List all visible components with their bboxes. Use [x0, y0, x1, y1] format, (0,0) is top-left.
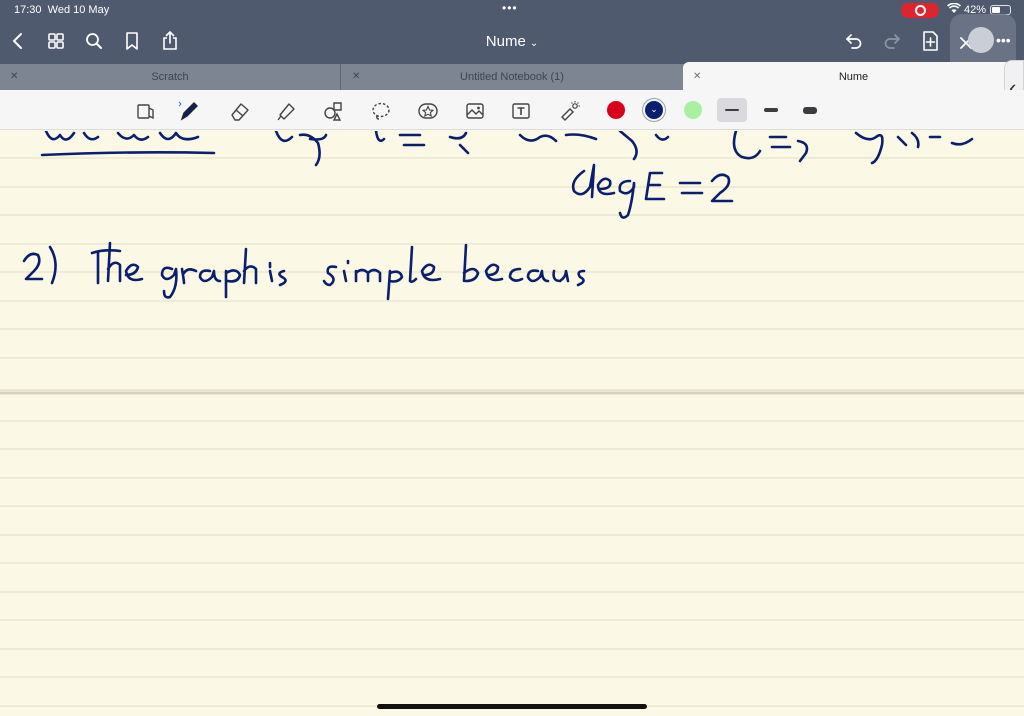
- image-icon[interactable]: [462, 99, 488, 123]
- handwriting-ink: [22, 131, 974, 301]
- chevron-down-icon: ⌄: [529, 38, 539, 49]
- laser-pointer-icon[interactable]: [557, 99, 583, 123]
- tab-untitled-notebook[interactable]: ✕ Untitled Notebook (1): [342, 64, 682, 90]
- multitasking-dots-icon[interactable]: •••: [502, 1, 518, 15]
- shapes-icon[interactable]: [320, 99, 346, 123]
- pen-icon[interactable]: [176, 99, 202, 123]
- highlighter-icon[interactable]: [273, 99, 299, 123]
- add-page-icon[interactable]: [918, 29, 942, 53]
- status-time: 17:30 Wed 10 May: [14, 4, 110, 16]
- assistive-touch-knob[interactable]: [968, 27, 994, 53]
- text-icon[interactable]: [508, 99, 534, 123]
- stroke-medium-button[interactable]: [756, 98, 786, 122]
- status-bar: 17:30 Wed 10 May ••• 42%: [0, 0, 1024, 20]
- eraser-icon[interactable]: [227, 99, 253, 123]
- more-icon[interactable]: •••: [996, 32, 1011, 48]
- notebook-page[interactable]: [0, 131, 1024, 716]
- read-mode-icon[interactable]: [132, 99, 158, 123]
- lasso-icon[interactable]: [368, 99, 394, 123]
- stroke-thick-button[interactable]: [795, 98, 825, 122]
- redo-icon[interactable]: [880, 29, 904, 53]
- tab-nume[interactable]: ✕ Nume: [683, 62, 1024, 90]
- tab-scratch[interactable]: ✕ Scratch: [0, 64, 341, 90]
- undo-icon[interactable]: [842, 29, 866, 53]
- document-title[interactable]: Nume ⌄: [450, 33, 574, 50]
- top-bar: 17:30 Wed 10 May ••• 42% Nume ⌄: [0, 0, 1024, 64]
- home-indicator[interactable]: [377, 704, 647, 709]
- screen-recording-icon[interactable]: [901, 3, 939, 18]
- sticker-icon[interactable]: [415, 99, 441, 123]
- stroke-thin-button[interactable]: [717, 98, 747, 122]
- tab-bar: ✕ Scratch ✕ Untitled Notebook (1) ✕ Nume: [0, 62, 1024, 90]
- color-red-swatch[interactable]: [607, 101, 625, 119]
- grid-icon[interactable]: [44, 29, 68, 53]
- chevron-down-icon: ⌄: [650, 104, 658, 114]
- bookmark-icon[interactable]: [120, 29, 144, 53]
- back-chevron-icon[interactable]: [6, 29, 30, 53]
- search-icon[interactable]: [82, 29, 106, 53]
- color-green-swatch[interactable]: [684, 101, 702, 119]
- color-navy-swatch[interactable]: ⌄: [645, 101, 663, 119]
- share-icon[interactable]: [158, 29, 182, 53]
